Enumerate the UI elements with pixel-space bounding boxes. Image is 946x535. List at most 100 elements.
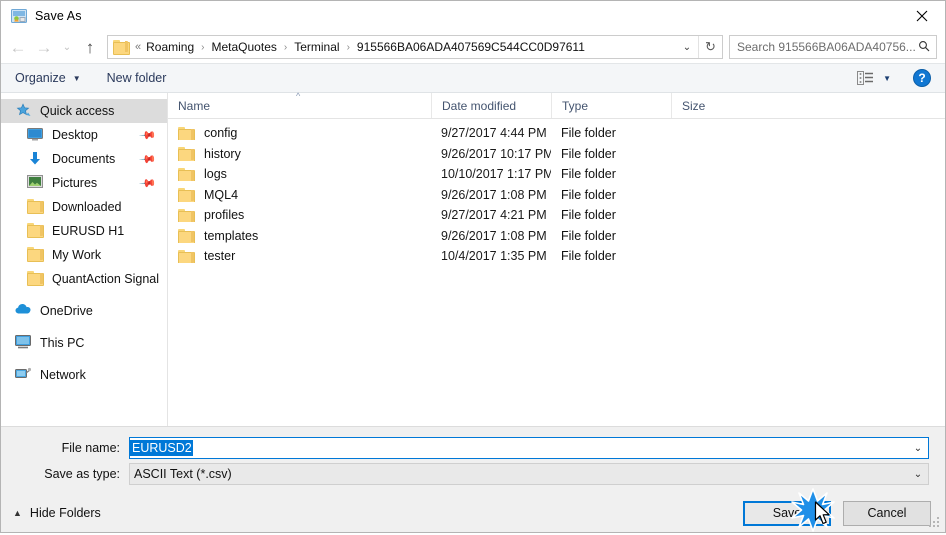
file-name-label: config <box>204 126 238 141</box>
file-name-cell: profiles <box>168 208 431 223</box>
forward-button[interactable]: → <box>31 34 57 60</box>
sidebar-item-label: Network <box>40 368 86 382</box>
breadcrumb-item-metaquotes[interactable]: MetaQuotes <box>210 40 279 54</box>
address-bar[interactable]: « Roaming › MetaQuotes › Terminal › 9155… <box>107 35 723 59</box>
sidebar-item-label: Quick access <box>40 104 115 118</box>
chevron-down-icon[interactable]: ▼ <box>883 74 891 83</box>
file-name-cell: MQL4 <box>168 188 431 202</box>
table-row[interactable]: MQL4 9/26/2017 1:08 PM File folder <box>168 185 945 206</box>
table-row[interactable]: history 9/26/2017 10:17 PM File folder <box>168 144 945 165</box>
file-name-label: profiles <box>204 208 245 223</box>
sidebar-item-my-work[interactable]: My Work <box>1 243 167 267</box>
new-folder-button[interactable]: New folder <box>107 71 167 85</box>
address-dropdown-button[interactable]: ⌄ <box>676 36 698 58</box>
pin-icon[interactable]: 📌 <box>139 150 158 168</box>
chevron-down-icon: ⌄ <box>62 41 72 53</box>
file-name-input[interactable]: EURUSD2 ⌄ <box>129 437 929 459</box>
save-as-type-label: Save as type: <box>44 467 120 481</box>
sort-ascending-icon: ^ <box>296 91 301 101</box>
change-view-icon[interactable] <box>857 71 874 85</box>
organize-button[interactable]: Organize ▼ <box>15 71 81 85</box>
back-button[interactable]: ← <box>5 34 31 60</box>
pin-icon[interactable]: 📌 <box>139 174 158 192</box>
file-name-cell: tester <box>168 249 431 264</box>
folder-icon <box>178 208 195 223</box>
breadcrumb-separator-icon: › <box>283 41 288 53</box>
sidebar-item-network[interactable]: Network <box>1 363 167 387</box>
file-name-cell: config <box>168 126 431 141</box>
network-icon <box>15 367 32 383</box>
star-icon <box>15 103 32 119</box>
column-header-size[interactable]: Size <box>671 93 751 118</box>
date-modified-cell: 9/27/2017 4:21 PM <box>441 208 547 223</box>
navigation-bar: ← → ⌄ ↑ « Roaming › MetaQuotes › Termina… <box>1 31 945 63</box>
column-header-label: Name <box>178 98 211 113</box>
table-row[interactable]: profiles 9/27/2017 4:21 PM File folder <box>168 205 945 226</box>
resize-grip[interactable] <box>929 517 941 529</box>
column-header-label: Size <box>682 98 706 113</box>
refresh-button[interactable]: ↻ <box>698 36 722 58</box>
close-button[interactable] <box>899 1 945 31</box>
folder-icon <box>27 223 44 239</box>
sidebar-item-this-pc[interactable]: This PC <box>1 331 167 355</box>
file-rows: config 9/27/2017 4:44 PM File folder his… <box>168 119 945 426</box>
column-headers: Name ^ Date modified Type Size <box>168 91 945 119</box>
sidebar-item-documents[interactable]: Documents 📌 <box>1 147 167 171</box>
chevron-down-icon[interactable]: ⌄ <box>908 438 928 458</box>
column-header-name[interactable]: Name ^ <box>168 91 431 118</box>
search-box[interactable]: Search 915566BA06ADA40756... <box>729 35 937 59</box>
pin-icon[interactable]: 📌 <box>139 126 158 144</box>
folder-icon <box>27 199 44 215</box>
save-as-type-select[interactable]: ASCII Text (*.csv) ⌄ <box>129 463 929 485</box>
hide-folders-label: Hide Folders <box>29 506 101 520</box>
file-name-cell: templates <box>168 229 431 243</box>
back-arrow-icon: ← <box>9 37 27 57</box>
sidebar-item-label: QuantAction Signal <box>52 272 160 286</box>
help-button[interactable]: ? <box>913 69 931 87</box>
table-row[interactable]: tester 10/4/2017 1:35 PM File folder <box>168 246 945 267</box>
cancel-button[interactable]: Cancel <box>843 500 931 526</box>
help-label: ? <box>918 71 926 85</box>
type-cell: File folder <box>561 228 616 243</box>
table-row[interactable]: templates 9/26/2017 1:08 PM File folder <box>168 226 945 247</box>
organize-label: Organize <box>15 71 66 85</box>
file-name-label: MQL4 <box>204 187 239 202</box>
this-pc-icon <box>15 335 32 351</box>
sidebar-item-pictures[interactable]: Pictures 📌 <box>1 171 167 195</box>
column-header-label: Type <box>562 98 589 113</box>
breadcrumb-overflow[interactable]: « <box>134 41 144 53</box>
table-row[interactable]: logs 10/10/2017 1:17 PM File folder <box>168 164 945 185</box>
sidebar-item-downloaded[interactable]: Downloaded <box>1 195 167 219</box>
date-modified-cell: 9/26/2017 1:08 PM <box>441 228 547 243</box>
sidebar-item-desktop[interactable]: Desktop 📌 <box>1 123 167 147</box>
column-header-date-modified[interactable]: Date modified <box>431 93 551 118</box>
save-button[interactable]: Save <box>743 500 831 526</box>
sidebar-item-eurusd-h1[interactable]: EURUSD H1 <box>1 219 167 243</box>
up-one-level-button[interactable]: ↑ <box>77 34 103 60</box>
recent-locations-button[interactable]: ⌄ <box>57 34 77 60</box>
file-name-row: File name: EURUSD2 ⌄ <box>17 437 929 459</box>
chevron-down-icon[interactable]: ⌄ <box>908 464 928 484</box>
sidebar-item-quantaction-signal[interactable]: QuantAction Signal <box>1 267 167 291</box>
column-header-type[interactable]: Type <box>551 93 671 118</box>
onedrive-cloud-icon <box>15 303 32 319</box>
sidebar-item-quick-access[interactable]: Quick access <box>1 99 167 123</box>
search-input[interactable]: Search 915566BA06ADA40756... <box>737 40 918 54</box>
folder-icon <box>113 40 130 55</box>
date-modified-cell: 10/4/2017 1:35 PM <box>441 249 547 264</box>
cancel-button-label: Cancel <box>867 506 907 520</box>
command-bar-right: ▼ ? <box>857 69 945 87</box>
breadcrumb-item-roaming[interactable]: Roaming <box>144 40 196 54</box>
save-button-label: Save <box>772 506 802 520</box>
breadcrumb-item-guid[interactable]: 915566BA06ADA407569C544CC0D97611 <box>355 40 587 54</box>
table-row[interactable]: config 9/27/2017 4:44 PM File folder <box>168 123 945 144</box>
up-arrow-icon: ↑ <box>85 37 95 57</box>
file-name-label: File name: <box>61 441 120 455</box>
hide-folders-button[interactable]: ▲ Hide Folders <box>13 506 101 520</box>
command-bar: Organize ▼ New folder ▼ ? <box>1 63 945 93</box>
sidebar-item-onedrive[interactable]: OneDrive <box>1 299 167 323</box>
folder-icon <box>27 271 44 287</box>
breadcrumb-item-terminal[interactable]: Terminal <box>292 40 341 54</box>
folder-icon <box>178 147 195 161</box>
sidebar-item-label: Pictures <box>52 176 98 190</box>
